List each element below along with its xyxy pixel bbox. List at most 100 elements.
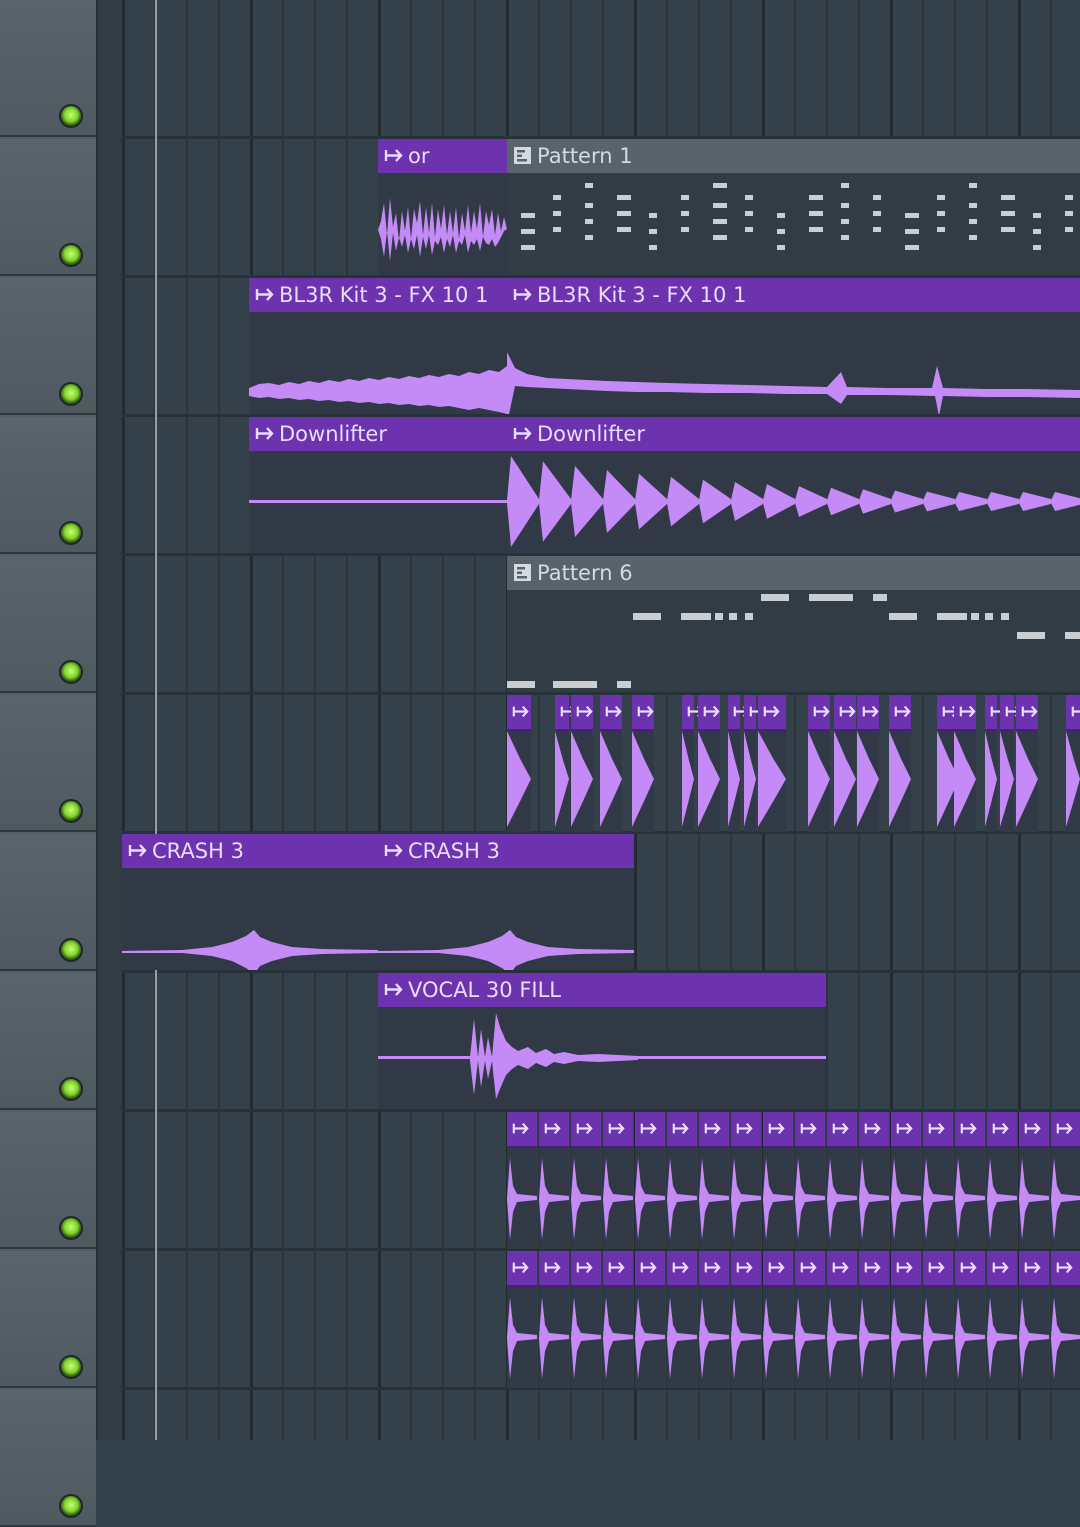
hit-clip[interactable]	[954, 695, 976, 832]
pattern-note	[681, 211, 689, 216]
hit-clip[interactable]	[555, 695, 577, 832]
hit-clip[interactable]	[834, 695, 856, 832]
kick-clip[interactable]	[635, 1112, 665, 1249]
clip-bl3r-fx-2[interactable]: BL3R Kit 3 - FX 10 1	[507, 278, 1080, 414]
track-header[interactable]	[0, 556, 96, 693]
kick-clip[interactable]	[603, 1112, 633, 1249]
track-header[interactable]	[0, 417, 96, 554]
track-mute-led-icon[interactable]	[61, 1496, 81, 1516]
track-header[interactable]	[0, 973, 96, 1110]
kick-clip[interactable]	[891, 1251, 921, 1388]
audio-clip-icon	[703, 705, 720, 718]
kick-clip[interactable]	[763, 1112, 793, 1249]
kick-clip[interactable]	[507, 1251, 537, 1388]
clip-or[interactable]: or	[378, 139, 507, 275]
track-mute-led-icon[interactable]	[61, 245, 81, 265]
kick-clip[interactable]	[891, 1112, 921, 1249]
hit-clip[interactable]	[1000, 695, 1022, 832]
kick-clip[interactable]	[635, 1251, 665, 1388]
track-header[interactable]	[0, 278, 96, 415]
clip-downlifter-1[interactable]: Downlifter	[249, 417, 507, 553]
clip-downlifter-2[interactable]: Downlifter	[507, 417, 1080, 553]
kick-clip[interactable]	[923, 1112, 953, 1249]
kick-clip[interactable]	[539, 1112, 569, 1249]
hit-clip[interactable]	[571, 695, 593, 832]
pattern-clip-icon	[514, 147, 531, 164]
kick-clip[interactable]	[507, 1112, 537, 1249]
audio-clip-icon	[128, 844, 147, 857]
waveform	[539, 1158, 569, 1240]
audio-clip-icon	[896, 1122, 913, 1135]
track-mute-led-icon[interactable]	[61, 940, 81, 960]
track-mute-led-icon[interactable]	[61, 384, 81, 404]
pattern-note	[777, 213, 785, 218]
track-mute-led-icon[interactable]	[61, 1079, 81, 1099]
audio-clip-icon	[640, 1122, 657, 1135]
clip-crash-1[interactable]: CRASH 3	[122, 834, 378, 970]
kick-clip[interactable]	[859, 1251, 889, 1388]
kick-clip[interactable]	[667, 1251, 697, 1388]
kick-clip[interactable]	[827, 1112, 857, 1249]
waveform	[600, 731, 622, 827]
hit-clip[interactable]	[600, 695, 622, 832]
hit-clip[interactable]	[1066, 695, 1080, 832]
hit-clip[interactable]	[744, 695, 766, 832]
kick-clip[interactable]	[987, 1112, 1017, 1249]
kick-clip[interactable]	[827, 1251, 857, 1388]
kick-clip[interactable]	[795, 1251, 825, 1388]
hit-clip[interactable]	[1016, 695, 1038, 832]
clip-crash-2[interactable]: CRASH 3	[378, 834, 634, 970]
hit-clip[interactable]	[632, 695, 654, 832]
kick-clip[interactable]	[667, 1112, 697, 1249]
hit-clip[interactable]	[889, 695, 911, 832]
kick-clip[interactable]	[955, 1112, 985, 1249]
kick-clip[interactable]	[571, 1112, 601, 1249]
kick-clip[interactable]	[603, 1251, 633, 1388]
clip-label: CRASH 3	[408, 839, 500, 863]
clip-pattern-1[interactable]: Pattern 1	[507, 139, 1080, 275]
kick-clip[interactable]	[539, 1251, 569, 1388]
track-mute-led-icon[interactable]	[61, 662, 81, 682]
kick-clip[interactable]	[1051, 1251, 1080, 1388]
audio-clip-icon	[544, 1261, 561, 1274]
kick-clip[interactable]	[1019, 1112, 1049, 1249]
kick-clip[interactable]	[795, 1112, 825, 1249]
hit-clip[interactable]	[985, 695, 1007, 832]
pattern-note	[809, 211, 823, 216]
clip-vocal-30-fill[interactable]: VOCAL 30 FILL	[378, 973, 826, 1109]
audio-clip-icon	[763, 705, 780, 718]
kick-clip[interactable]	[987, 1251, 1017, 1388]
hit-clip[interactable]	[808, 695, 830, 832]
waveform	[667, 1158, 697, 1240]
hit-clip[interactable]	[857, 695, 879, 832]
pattern-note	[873, 227, 881, 232]
kick-clip[interactable]	[731, 1251, 761, 1388]
hit-clip[interactable]	[682, 695, 704, 832]
kick-clip[interactable]	[1019, 1251, 1049, 1388]
clip-bl3r-fx-1[interactable]: BL3R Kit 3 - FX 10 1	[249, 278, 507, 414]
hit-clip[interactable]	[507, 695, 531, 832]
clip-label: CRASH 3	[152, 839, 244, 863]
track-header[interactable]	[0, 0, 96, 137]
hit-clip[interactable]	[698, 695, 720, 832]
pattern-note	[1033, 245, 1041, 250]
kick-clip[interactable]	[731, 1112, 761, 1249]
track-header[interactable]	[0, 1390, 96, 1527]
hit-clip[interactable]	[728, 695, 750, 832]
kick-clip[interactable]	[955, 1251, 985, 1388]
kick-clip[interactable]	[763, 1251, 793, 1388]
kick-clip[interactable]	[571, 1251, 601, 1388]
pattern-note	[521, 245, 535, 250]
track-header[interactable]	[0, 834, 96, 971]
clip-pattern-6[interactable]: Pattern 6	[507, 556, 1080, 692]
hit-clip[interactable]	[758, 695, 786, 832]
pattern-note	[1033, 213, 1041, 218]
kick-clip[interactable]	[699, 1251, 729, 1388]
track-mute-led-icon[interactable]	[61, 523, 81, 543]
kick-clip[interactable]	[923, 1251, 953, 1388]
track-mute-led-icon[interactable]	[61, 106, 81, 126]
track-header[interactable]	[0, 139, 96, 276]
kick-clip[interactable]	[1051, 1112, 1080, 1249]
kick-clip[interactable]	[859, 1112, 889, 1249]
kick-clip[interactable]	[699, 1112, 729, 1249]
